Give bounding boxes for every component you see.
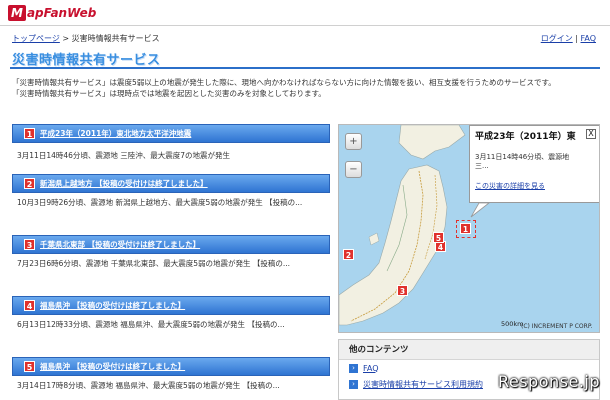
page-title: 災害時情報共有サービス <box>12 53 161 68</box>
list-item: 3 千葉県北東部 【投稿の受付けは終了しました】 7月23日6時6分頃、震源地 … <box>12 235 330 296</box>
disaster-description: 6月13日12時33分頃、震源地 福島県沖、最大震度5弱の地震が発生 【投稿の.… <box>17 320 285 329</box>
popup-title: 平成23年（2011年）東 <box>475 132 576 142</box>
disaster-description: 3月14日17時8分頃、震源地 福島県沖、最大震度5弱の地震が発生 【投稿の..… <box>17 381 280 390</box>
popup-pointer <box>470 202 491 218</box>
header-divider <box>0 25 610 26</box>
arrow-right-icon: › <box>349 363 358 373</box>
map-marker-5[interactable]: 5 <box>433 232 444 243</box>
mapfan-logo[interactable]: M apFanWeb <box>8 4 96 22</box>
other-link-label[interactable]: 災害時情報共有サービス利用規約 <box>363 379 483 390</box>
map-marker-2[interactable]: 2 <box>343 249 354 260</box>
map-popup: 平成23年（2011年）東 X 3月11日14時46分頃、震源地 三... この… <box>469 125 599 203</box>
map-copyright: (C) INCREMENT P CORP. <box>521 323 593 330</box>
disaster-description: 7月23日6時6分頃、震源地 千葉県北東部、最大震度5弱の地震が発生 【投稿の.… <box>17 259 291 268</box>
number-badge: 5 <box>24 361 35 372</box>
breadcrumb: トップページ > 災害時情報共有サービス <box>12 33 160 44</box>
map-marker-1[interactable]: 1 <box>460 223 471 234</box>
disaster-item-header[interactable]: 2 新潟県上越地方 【投稿の受付けは終了しました】 <box>12 174 330 193</box>
disaster-item-header[interactable]: 4 福島県沖 【投稿の受付けは終了しました】 <box>12 296 330 315</box>
logo-mark: M <box>8 5 26 21</box>
watermark: Response.jp <box>497 372 600 391</box>
number-badge: 1 <box>24 128 35 139</box>
disaster-title-link[interactable]: 福島県沖 【投稿の受付けは終了しました】 <box>40 300 185 311</box>
breadcrumb-current: 災害時情報共有サービス <box>71 34 160 43</box>
list-item: 4 福島県沖 【投稿の受付けは終了しました】 6月13日12時33分頃、震源地 … <box>12 296 330 357</box>
popup-close-button[interactable]: X <box>586 129 596 139</box>
arrow-right-icon: › <box>349 379 358 389</box>
number-badge: 4 <box>24 300 35 311</box>
popup-description: 3月11日14時46分頃、震源地 <box>475 153 570 161</box>
zoom-in-button[interactable]: + <box>345 133 362 150</box>
breadcrumb-home-link[interactable]: トップページ <box>12 34 60 43</box>
other-contents-title: 他のコンテンツ <box>339 340 599 360</box>
disaster-description: 3月11日14時46分頃、震源地 三陸沖、最大震度7の地震が発生 <box>17 151 231 160</box>
other-link-label[interactable]: FAQ <box>363 364 379 373</box>
popup-detail-link[interactable]: この災害の詳細を見る <box>475 181 594 191</box>
top-nav: ログイン | FAQ <box>541 33 596 44</box>
header: M apFanWeb <box>0 0 610 26</box>
disaster-item-header[interactable]: 1 平成23年（2011年）東北地方太平洋沖地震 <box>12 124 330 143</box>
intro-paragraph-1: 「災害時情報共有サービス」は震度5弱以上の地震が発生した際に、現地へ向かわなけれ… <box>12 78 556 87</box>
disaster-item-header[interactable]: 3 千葉県北東部 【投稿の受付けは終了しました】 <box>12 235 330 254</box>
disaster-item-header[interactable]: 5 福島県沖 【投稿の受付けは終了しました】 <box>12 357 330 376</box>
land-sado <box>368 232 380 246</box>
number-badge: 2 <box>24 178 35 189</box>
logo-text: apFanWeb <box>26 6 97 20</box>
disaster-description: 10月3日9時26分頃、震源地 新潟県上越地方、最大震度5弱の地震が発生 【投稿… <box>17 198 303 207</box>
land-honshu <box>339 164 448 326</box>
map-marker-3[interactable]: 3 <box>397 285 408 296</box>
disaster-title-link[interactable]: 千葉県北東部 【投稿の受付けは終了しました】 <box>40 239 200 250</box>
list-item: 2 新潟県上越地方 【投稿の受付けは終了しました】 10月3日9時26分頃、震源… <box>12 174 330 235</box>
breadcrumb-separator: > <box>59 34 72 43</box>
disaster-title-link[interactable]: 新潟県上越地方 【投稿の受付けは終了しました】 <box>40 178 208 189</box>
faq-link[interactable]: FAQ <box>581 34 597 43</box>
login-link[interactable]: ログイン <box>541 34 573 43</box>
disaster-title-link[interactable]: 福島県沖 【投稿の受付けは終了しました】 <box>40 361 185 372</box>
intro-paragraph-2: 「災害時情報共有サービス」は現時点では地震を起因とした災害のみを対象としておりま… <box>12 89 326 98</box>
intro-text: 「災害時情報共有サービス」は震度5弱以上の地震が発生した際に、現地へ向かわなけれ… <box>12 77 597 99</box>
map-panel[interactable]: + − 平成23年（2011年）東 X 3月11日14時46分頃、震源地 三..… <box>338 124 600 333</box>
zoom-out-button[interactable]: − <box>345 161 362 178</box>
land-hokkaido <box>398 125 466 160</box>
topnav-separator: | <box>572 34 581 43</box>
disaster-list: 1 平成23年（2011年）東北地方太平洋沖地震 3月11日14時46分頃、震源… <box>12 124 330 400</box>
list-item: 5 福島県沖 【投稿の受付けは終了しました】 3月14日17時8分頃、震源地 福… <box>12 357 330 400</box>
page-title-band: 災害時情報共有サービス <box>10 47 600 69</box>
disaster-title-link[interactable]: 平成23年（2011年）東北地方太平洋沖地震 <box>40 128 191 139</box>
popup-description-cont: 三... <box>475 162 489 170</box>
list-item: 1 平成23年（2011年）東北地方太平洋沖地震 3月11日14時46分頃、震源… <box>12 124 330 174</box>
number-badge: 3 <box>24 239 35 250</box>
